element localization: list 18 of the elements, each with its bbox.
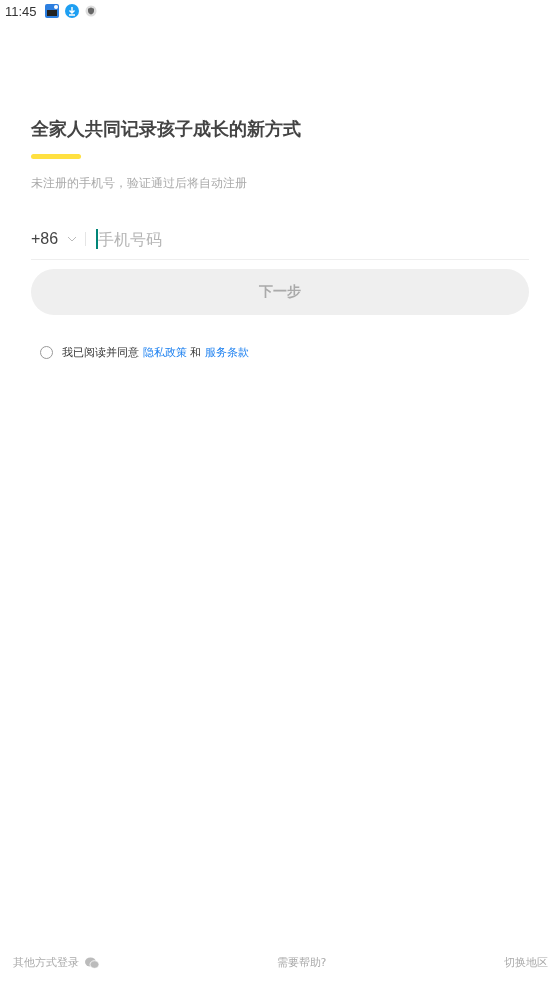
country-code[interactable]: +86 bbox=[31, 230, 59, 248]
download-icon bbox=[64, 4, 79, 18]
switch-region-link[interactable]: 切换地区 bbox=[504, 955, 548, 970]
privacy-policy-link[interactable]: 隐私政策 bbox=[142, 346, 187, 359]
help-link[interactable]: 需要帮助? bbox=[276, 955, 327, 970]
phone-input-field[interactable]: 手机号码 bbox=[98, 227, 529, 251]
chevron-down-icon[interactable] bbox=[67, 236, 78, 242]
text-cursor bbox=[96, 229, 99, 249]
app-notification-icon bbox=[44, 4, 59, 18]
shield-icon bbox=[84, 5, 97, 17]
page-title: 全家人共同记录孩子成长的新方式 bbox=[31, 117, 302, 141]
terms-link[interactable]: 服务条款 bbox=[204, 346, 249, 359]
subtitle: 未注册的手机号，验证通过后将自动注册 bbox=[31, 175, 248, 192]
title-underline bbox=[31, 154, 81, 159]
agreement-text: 我已阅读并同意 隐私政策 和 服务条款 bbox=[62, 345, 249, 360]
other-login-link[interactable]: 其他方式登录 bbox=[13, 955, 79, 970]
chat-bubbles-icon[interactable] bbox=[85, 956, 99, 969]
status-time: 11:45 bbox=[5, 3, 37, 19]
